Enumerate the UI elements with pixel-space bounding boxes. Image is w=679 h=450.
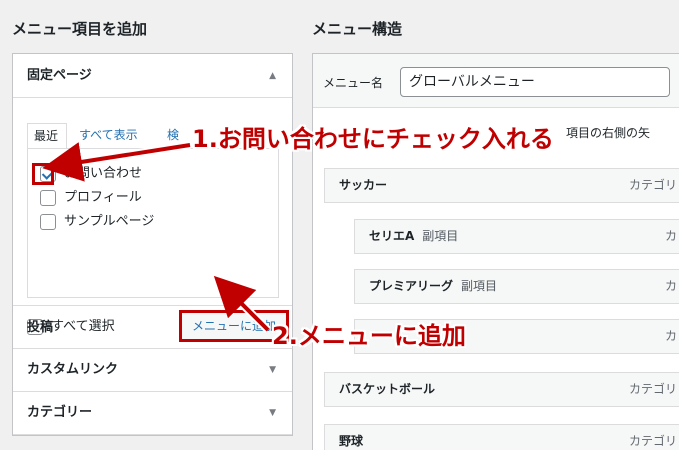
arrow-step2: [213, 275, 270, 332]
arrow-step1: [42, 142, 191, 182]
annotation-step2: 2.メニューに追加: [272, 322, 466, 350]
annotation-arrows: [42, 141, 271, 333]
annotation-step1: 1.お問い合わせにチェック入れる: [192, 125, 554, 153]
